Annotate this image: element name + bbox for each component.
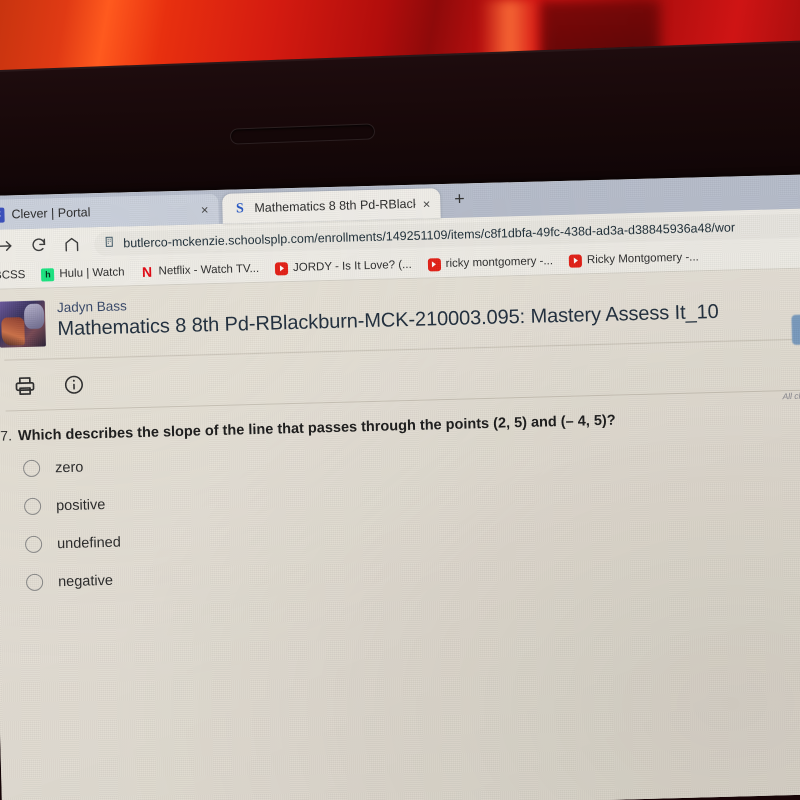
tab-close-icon[interactable]: × bbox=[201, 202, 209, 217]
netflix-icon: N bbox=[141, 263, 153, 280]
bookmark-label: Ricky Montgomery -... bbox=[586, 251, 699, 267]
bookmark-jordy[interactable]: JORDY - Is It Love? (... bbox=[274, 258, 412, 275]
youtube-icon bbox=[427, 257, 441, 271]
radio-button[interactable] bbox=[22, 459, 41, 478]
hulu-icon: h bbox=[41, 267, 55, 282]
reload-icon[interactable] bbox=[28, 235, 49, 256]
site-info-icon[interactable] bbox=[104, 236, 116, 251]
new-tab-button[interactable]: + bbox=[440, 188, 479, 214]
bookmark-label: Hulu | Watch bbox=[59, 266, 125, 281]
choice-negative[interactable]: negative bbox=[25, 554, 800, 592]
choice-label: negative bbox=[57, 572, 114, 590]
tab-title: Mathematics 8 8th Pd-RBlackbu bbox=[254, 196, 416, 215]
answer-choices: zero positive undefined negative bbox=[1, 440, 800, 592]
choice-positive[interactable]: positive bbox=[23, 478, 800, 516]
help-button[interactable]: H bbox=[791, 314, 800, 345]
choice-label: positive bbox=[55, 496, 106, 514]
bookmark-ricky-montgomery-1[interactable]: ricky montgomery -... bbox=[427, 255, 554, 271]
choice-undefined[interactable]: undefined bbox=[24, 516, 800, 554]
printer-icon[interactable] bbox=[13, 374, 38, 399]
radio-button[interactable] bbox=[24, 535, 43, 554]
youtube-icon bbox=[568, 253, 583, 268]
bookmark-label: BCSS bbox=[0, 268, 26, 282]
choice-label: undefined bbox=[56, 534, 122, 552]
bookmark-label: ricky montgomery -... bbox=[445, 255, 554, 270]
radio-button[interactable] bbox=[23, 497, 42, 516]
tab-title: Clever | Portal bbox=[11, 205, 91, 222]
question-block: All chang 7. Which describes the slope o… bbox=[0, 390, 800, 592]
autosave-status: All chang bbox=[782, 390, 800, 402]
bookmark-label: Netflix - Watch TV... bbox=[158, 262, 260, 278]
choice-zero[interactable]: zero bbox=[22, 440, 800, 478]
tab-mathematics-assessment[interactable]: S Mathematics 8 8th Pd-RBlackbu × bbox=[222, 188, 441, 224]
youtube-icon bbox=[274, 261, 289, 275]
home-icon[interactable] bbox=[61, 234, 82, 255]
bookmark-label: JORDY - Is It Love? (... bbox=[292, 258, 412, 274]
browser-window: C Clever | Portal × S Mathematics 8 8th … bbox=[0, 174, 800, 800]
tab-clever-portal[interactable]: C Clever | Portal × bbox=[0, 193, 219, 230]
schoology-s-icon: S bbox=[235, 200, 244, 216]
radio-button[interactable] bbox=[25, 573, 44, 592]
course-thumbnail-avatar bbox=[0, 300, 46, 348]
tab-close-icon[interactable]: × bbox=[423, 196, 431, 211]
bookmark-bcss[interactable]: BCSS bbox=[0, 269, 26, 282]
arrow-right-icon[interactable] bbox=[0, 236, 16, 257]
bookmark-ricky-montgomery-2[interactable]: Ricky Montgomery -... bbox=[568, 251, 699, 268]
bookmark-hulu[interactable]: h Hulu | Watch bbox=[41, 266, 125, 282]
assessment-page: Jadyn Bass Mathematics 8 8th Pd-RBlackbu… bbox=[0, 268, 800, 800]
question-text: Which describes the slope of the line th… bbox=[17, 412, 616, 445]
question-number: 7. bbox=[0, 427, 13, 444]
choice-label: zero bbox=[54, 459, 84, 476]
clever-c-icon: C bbox=[0, 207, 5, 223]
info-icon[interactable] bbox=[63, 373, 86, 396]
bookmark-netflix[interactable]: N Netflix - Watch TV... bbox=[140, 262, 260, 280]
